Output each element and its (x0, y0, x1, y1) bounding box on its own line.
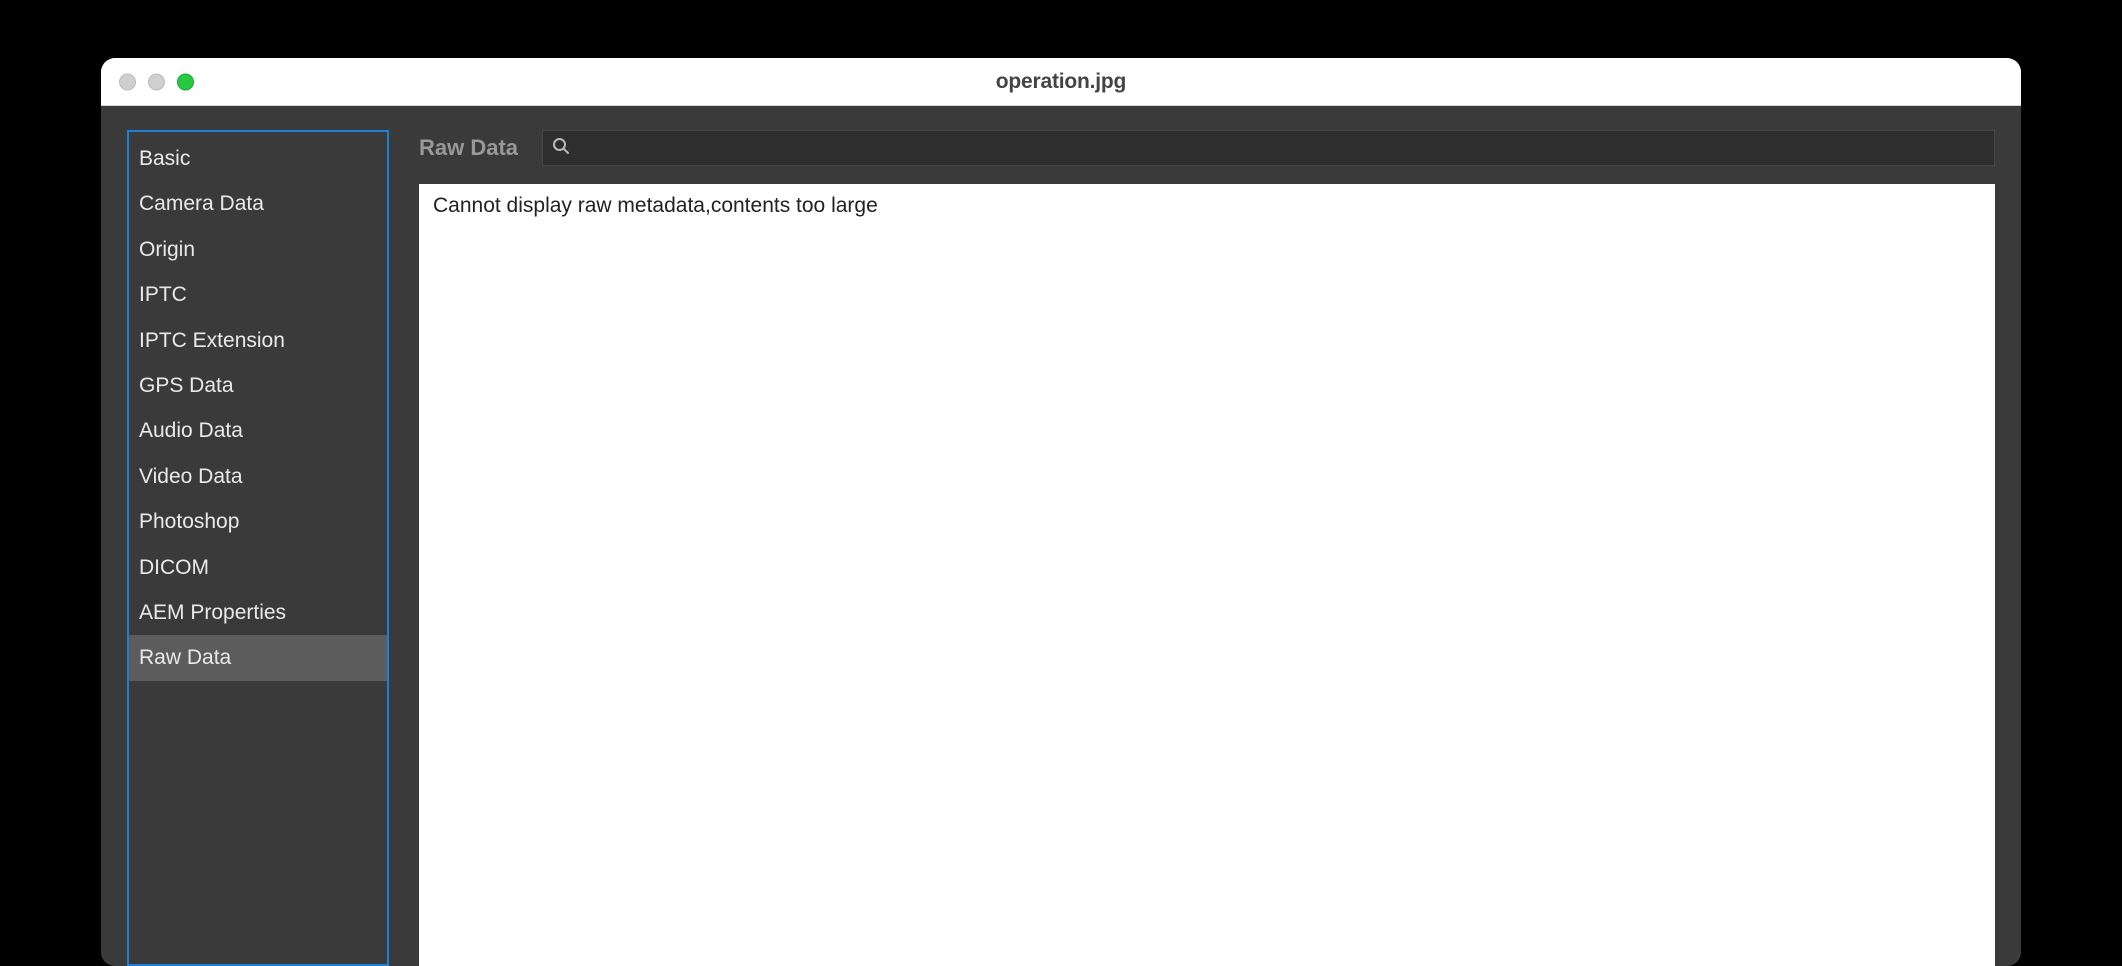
section-title: Raw Data (419, 135, 518, 161)
sidebar-item-audio-data[interactable]: Audio Data (129, 408, 387, 453)
sidebar-item-origin[interactable]: Origin (129, 227, 387, 272)
sidebar-item-aem-properties[interactable]: AEM Properties (129, 590, 387, 635)
close-window-button[interactable] (119, 73, 136, 90)
search-icon (551, 136, 571, 161)
sidebar-item-basic[interactable]: Basic (129, 136, 387, 181)
search-input[interactable] (577, 138, 1986, 159)
content-area: Basic Camera Data Origin IPTC IPTC Exten… (101, 106, 2021, 966)
window-controls (119, 73, 194, 90)
raw-data-error-message: Cannot display raw metadata,contents too… (433, 194, 1981, 218)
sidebar-item-gps-data[interactable]: GPS Data (129, 363, 387, 408)
window-title: operation.jpg (101, 70, 2021, 94)
search-field-container[interactable] (542, 130, 1995, 166)
titlebar: operation.jpg (101, 58, 2021, 106)
sidebar-item-iptc-extension[interactable]: IPTC Extension (129, 318, 387, 363)
sidebar-item-camera-data[interactable]: Camera Data (129, 181, 387, 226)
sidebar-item-photoshop[interactable]: Photoshop (129, 499, 387, 544)
sidebar-item-iptc[interactable]: IPTC (129, 272, 387, 317)
sidebar-item-video-data[interactable]: Video Data (129, 454, 387, 499)
main-panel: Raw Data Cannot display raw metadata,con… (419, 130, 1995, 966)
minimize-window-button[interactable] (148, 73, 165, 90)
raw-data-panel: Cannot display raw metadata,contents too… (419, 184, 1995, 966)
app-window: operation.jpg Basic Camera Data Origin I… (101, 58, 2021, 966)
maximize-window-button[interactable] (177, 73, 194, 90)
sidebar-item-raw-data[interactable]: Raw Data (129, 635, 387, 680)
sidebar-item-dicom[interactable]: DICOM (129, 545, 387, 590)
main-topbar: Raw Data (419, 130, 1995, 166)
sidebar: Basic Camera Data Origin IPTC IPTC Exten… (127, 130, 389, 966)
